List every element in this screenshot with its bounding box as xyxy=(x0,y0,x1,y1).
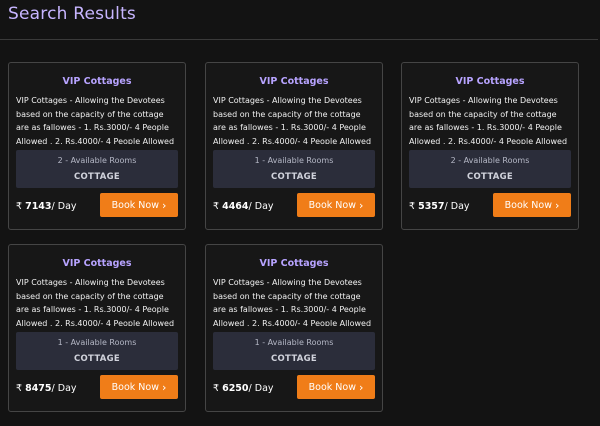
price: ₹ 8475/ Day xyxy=(16,383,77,394)
price: ₹ 5357/ Day xyxy=(409,201,470,212)
available-rooms: 2 - Available Rooms xyxy=(450,156,530,165)
chevron-right-icon: › xyxy=(358,380,364,394)
rooms-info-box: 1 - Available Rooms COTTAGE xyxy=(213,150,375,188)
book-now-button[interactable]: Book Now › xyxy=(297,193,375,217)
rooms-info-box: 2 - Available Rooms COTTAGE xyxy=(16,150,178,188)
chevron-right-icon: › xyxy=(554,198,560,212)
price-suffix: / Day xyxy=(51,383,77,394)
price: ₹ 4464/ Day xyxy=(213,201,274,212)
rupee-icon: ₹ xyxy=(213,383,220,394)
rupee-icon: ₹ xyxy=(213,201,220,212)
price-suffix: / Day xyxy=(51,201,77,212)
rooms-info-box: 1 - Available Rooms COTTAGE xyxy=(213,332,375,370)
card-description: VIP Cottages - Allowing the Devotees bas… xyxy=(16,96,175,144)
chevron-right-icon: › xyxy=(358,198,364,212)
available-rooms: 1 - Available Rooms xyxy=(57,338,137,347)
book-now-label: Book Now xyxy=(504,199,552,211)
book-now-label: Book Now xyxy=(308,199,356,211)
book-now-button[interactable]: Book Now › xyxy=(493,193,571,217)
available-rooms: 1 - Available Rooms xyxy=(254,338,334,347)
room-type: COTTAGE xyxy=(270,172,318,182)
book-now-button[interactable]: Book Now › xyxy=(297,375,375,399)
card-title: VIP Cottages xyxy=(62,76,132,87)
book-now-button[interactable]: Book Now › xyxy=(100,375,178,399)
price-amount: 7143 xyxy=(25,201,52,212)
room-card: VIP Cottages VIP Cottages - Allowing the… xyxy=(8,244,186,412)
price-amount: 4464 xyxy=(222,201,249,212)
book-now-label: Book Now xyxy=(111,381,159,393)
header-divider xyxy=(0,39,598,40)
room-type: COTTAGE xyxy=(73,354,121,364)
card-description: VIP Cottages - Allowing the Devotees bas… xyxy=(16,278,175,326)
room-type: COTTAGE xyxy=(270,354,318,364)
price-amount: 5357 xyxy=(418,201,445,212)
room-type: COTTAGE xyxy=(466,172,514,182)
card-title: VIP Cottages xyxy=(455,76,525,87)
book-now-label: Book Now xyxy=(111,199,159,211)
available-rooms: 1 - Available Rooms xyxy=(254,156,334,165)
room-card: VIP Cottages VIP Cottages - Allowing the… xyxy=(8,62,186,230)
card-title: VIP Cottages xyxy=(259,258,329,269)
room-card: VIP Cottages VIP Cottages - Allowing the… xyxy=(205,244,383,412)
price-suffix: / Day xyxy=(248,383,274,394)
card-title: VIP Cottages xyxy=(259,76,329,87)
card-title: VIP Cottages xyxy=(62,258,132,269)
rupee-icon: ₹ xyxy=(16,383,23,394)
book-now-label: Book Now xyxy=(308,381,356,393)
available-rooms: 2 - Available Rooms xyxy=(57,156,137,165)
chevron-right-icon: › xyxy=(161,198,167,212)
page-title: Search Results xyxy=(8,4,136,24)
room-card: VIP Cottages VIP Cottages - Allowing the… xyxy=(205,62,383,230)
price: ₹ 6250/ Day xyxy=(213,383,274,394)
room-card: VIP Cottages VIP Cottages - Allowing the… xyxy=(401,62,579,230)
card-description: VIP Cottages - Allowing the Devotees bas… xyxy=(213,278,372,326)
rooms-info-box: 2 - Available Rooms COTTAGE xyxy=(409,150,571,188)
card-description: VIP Cottages - Allowing the Devotees bas… xyxy=(409,96,568,144)
room-type: COTTAGE xyxy=(73,172,121,182)
price: ₹ 7143/ Day xyxy=(16,201,77,212)
rupee-icon: ₹ xyxy=(16,201,23,212)
price-suffix: / Day xyxy=(444,201,470,212)
card-description: VIP Cottages - Allowing the Devotees bas… xyxy=(213,96,372,144)
rupee-icon: ₹ xyxy=(409,201,416,212)
rooms-info-box: 1 - Available Rooms COTTAGE xyxy=(16,332,178,370)
price-amount: 8475 xyxy=(25,383,52,394)
book-now-button[interactable]: Book Now › xyxy=(100,193,178,217)
price-suffix: / Day xyxy=(248,201,274,212)
price-amount: 6250 xyxy=(222,383,249,394)
chevron-right-icon: › xyxy=(161,380,167,394)
